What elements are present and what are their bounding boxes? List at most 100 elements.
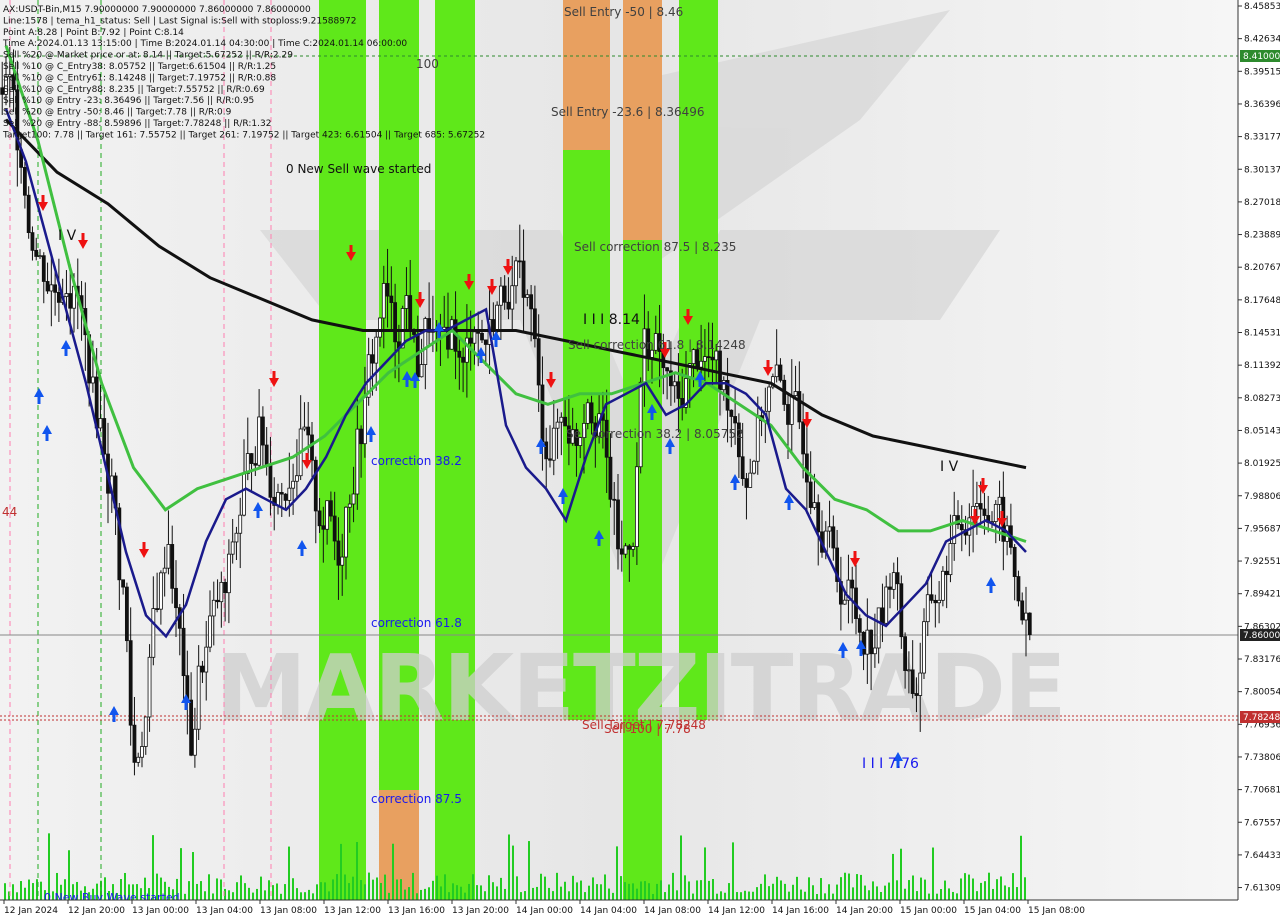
volume-bar [288,846,290,900]
candle-body [249,453,254,464]
candle-body [740,456,745,480]
volume-bar [860,874,862,900]
sell-entry-23-label: Sell Entry -23.6 | 8.36496 [551,105,705,119]
volume-bar [452,883,454,900]
volume-bar [648,883,650,900]
volume-bar [628,883,630,900]
sell-wave-label: 0 New Sell wave started [286,162,431,176]
volume-bar [572,875,574,900]
buy-arrow-stem [256,510,260,518]
header-line: Point A:8.28 | Point B:7.92 | Point C:8.… [3,28,184,38]
price-tick-label: 7.80054 [1244,688,1280,698]
candle-body [816,502,821,533]
volume-bar [336,874,338,900]
candle-body [952,515,957,544]
volume-bar [600,884,602,900]
buy-arrow-stem [437,330,441,338]
volume-bar [984,881,986,900]
candle-body [344,506,348,558]
buy-arrow-stem [539,446,543,454]
volume-bar [888,882,890,900]
price-tick-label: 7.70681 [1244,786,1280,796]
volume-bar [192,852,194,900]
volume-bar [4,883,6,900]
candle-body [480,332,484,341]
volume-bar [504,888,506,900]
candle-body [914,693,919,696]
header-line: Sell %20 @ Entry -88: 8.59896 || Target:… [3,119,271,129]
volume-bar [416,893,418,900]
price-tick-label: 7.61309 [1244,884,1280,894]
candle-body [226,553,231,594]
candle-body [695,349,700,368]
volume-bar [316,884,318,900]
volume-bar [656,883,658,900]
buy-arrow-stem [112,714,116,722]
volume-bar [580,880,582,900]
volume-bar [808,877,810,900]
candle-body [638,381,643,468]
candle-body [1020,600,1025,621]
candle-body [317,510,322,527]
candle-body [948,543,953,576]
candle-body [559,416,564,423]
candle-body [623,545,628,555]
candle-body [876,607,881,649]
volume-bar [460,886,462,900]
candle-body [857,618,862,633]
candle-body [733,416,738,424]
volume-bar [496,886,498,900]
candle-body [408,295,413,332]
candle-body [155,608,160,610]
candle-body [676,381,681,399]
candle-body [502,285,507,303]
candle-body [755,415,760,462]
volume-bar [332,879,334,900]
candle-body [404,295,409,309]
volume-bar [448,892,450,900]
candle-body [510,285,515,310]
volume-bar [944,880,946,900]
header-line: Sell %20 @ Entry -50: 8.46 || Target:7.7… [3,108,232,118]
sell-arrow-stem [349,245,353,253]
volume-bar [304,892,306,900]
candle-body [385,283,390,297]
volume-bar [608,888,610,900]
candle-body [102,418,107,455]
candle-body [449,319,454,350]
volume-bar [564,881,566,900]
candle-body [812,502,817,508]
candle-body [204,646,209,673]
candle-body [774,364,779,378]
volume-bar [212,893,214,900]
left-44-label: 44 [2,505,17,519]
price-tick-label: 8.23889 [1244,231,1280,241]
header-line: Target100: 7.78 || Target 161: 7.55752 |… [2,130,485,140]
sell-arrow-stem [981,478,985,486]
candle-body [211,599,216,617]
volume-bar [548,887,550,900]
candle-body [585,402,590,424]
candle-body [230,541,235,555]
volume-bar [736,892,738,900]
candle-body [786,404,790,425]
badge-current-text: 7.86000 [1243,631,1280,641]
volume-bar [244,883,246,900]
sell-arrow-stem [506,259,510,267]
sell-arrow-stem [549,372,553,380]
volume-bar [508,834,510,900]
candle-body [729,409,734,417]
candle-body [321,525,326,530]
header-line: Sell %10 @ Entry -23: 8.36496 || Target:… [3,96,254,106]
sell-arrow-stem [853,551,857,559]
candle-body [1016,576,1021,602]
candle-body [355,428,360,495]
volume-bar [272,885,274,900]
time-tick-label: 15 Jan 00:00 [900,906,957,916]
wave-iv-label-1: I V [58,228,77,244]
candle-body [306,426,311,436]
volume-bar [756,887,758,900]
price-tick-label: 8.20767 [1244,263,1280,273]
volume-bar [916,891,918,900]
volume-bar [432,880,434,900]
